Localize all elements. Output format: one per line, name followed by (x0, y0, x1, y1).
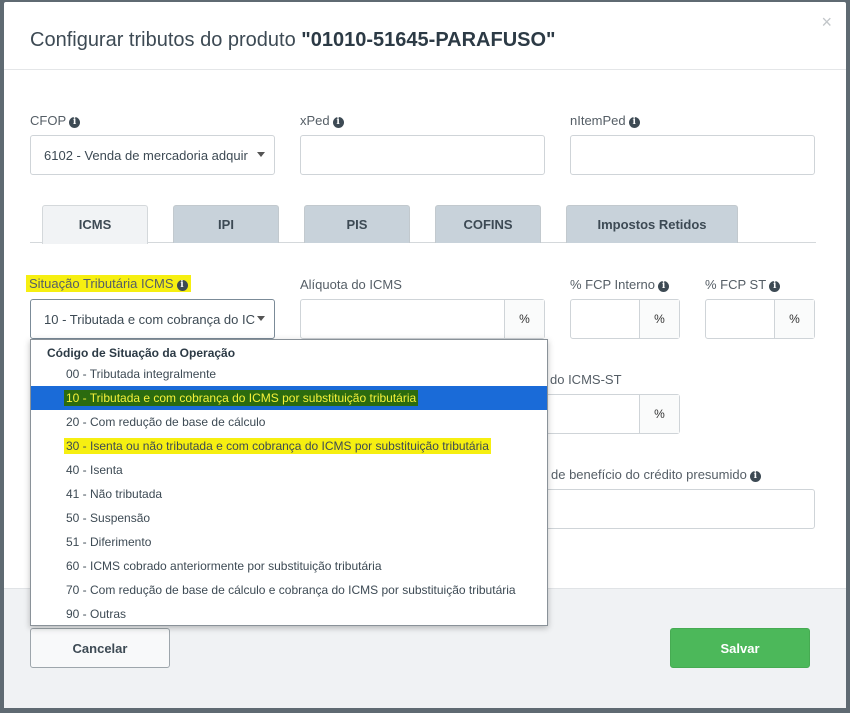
dropdown-option[interactable]: 41 - Não tributada (31, 482, 547, 506)
info-icon[interactable]: i (658, 281, 670, 292)
dropdown-option[interactable]: 50 - Suspensão (31, 506, 547, 530)
dropdown-option[interactable]: 90 - Outras (31, 602, 547, 626)
situacao-select-value: 10 - Tributada e com cobrança do ICMS (44, 312, 256, 327)
dropdown-option-text: 10 - Tributada e com cobrança do ICMS po… (64, 390, 419, 406)
situacao-dropdown: Código de Situação da Operação 00 - Trib… (30, 339, 548, 626)
dropdown-option[interactable]: 00 - Tributada integralmente (31, 362, 547, 386)
aliquota-label: Alíquota do ICMS (300, 277, 402, 292)
modal-title: Configurar tributos do produto "01010-51… (30, 29, 556, 52)
close-icon[interactable]: × (821, 12, 832, 33)
save-button[interactable]: Salvar (670, 628, 810, 668)
nitemped-label-text: nItemPed (570, 113, 626, 128)
info-icon[interactable]: i (769, 281, 781, 292)
tab-ipi[interactable]: IPI (173, 205, 279, 243)
dropdown-option[interactable]: 70 - Com redução de base de cálculo e co… (31, 578, 547, 602)
dropdown-option-text: 60 - ICMS cobrado anteriormente por subs… (66, 559, 382, 573)
situacao-label-highlight: Situação Tributária ICMS i (26, 275, 191, 292)
dropdown-option-text: 40 - Isenta (66, 463, 123, 477)
icms-st-label: do ICMS-ST (550, 372, 622, 387)
cfop-select[interactable]: 6102 - Venda de mercadoria adquir (30, 135, 275, 175)
dropdown-option-text: 41 - Não tributada (66, 487, 163, 501)
dropdown-group-header: Código de Situação da Operação (47, 346, 236, 360)
icms-st-input[interactable]: % (540, 394, 680, 434)
info-icon[interactable]: i (628, 117, 640, 128)
beneficio-label: de benefício do crédito presumido i (551, 467, 761, 482)
dropdown-option[interactable]: 51 - Diferimento (31, 530, 547, 554)
dropdown-option-highlighted[interactable]: 30 - Isenta ou não tributada e com cobra… (31, 434, 547, 458)
situacao-label-text: Situação Tributária ICMS (29, 276, 174, 291)
chevron-down-icon (257, 316, 265, 321)
nitemped-input[interactable] (570, 135, 815, 175)
xped-input[interactable] (300, 135, 545, 175)
tab-impostos-retidos[interactable]: Impostos Retidos (566, 205, 738, 243)
cfop-label-text: CFOP (30, 113, 67, 128)
dropdown-option[interactable]: 20 - Com redução de base de cálculo (31, 410, 547, 434)
dropdown-option-text: 90 - Outras (66, 607, 127, 621)
tab-cofins[interactable]: COFINS (435, 205, 541, 243)
xped-label-text: xPed (300, 113, 330, 128)
xped-label: xPed i (300, 113, 344, 128)
aliquota-input[interactable]: % (300, 299, 545, 339)
percent-addon: % (639, 300, 679, 338)
tab-pis[interactable]: PIS (304, 205, 410, 243)
percent-addon: % (639, 395, 679, 433)
dropdown-option-text: 51 - Diferimento (66, 535, 152, 549)
info-icon[interactable]: i (69, 117, 81, 128)
modal-title-prefix: Configurar tributos do produto (30, 29, 296, 51)
dropdown-option[interactable]: 60 - ICMS cobrado anteriormente por subs… (31, 554, 547, 578)
chevron-down-icon (257, 152, 265, 157)
percent-addon: % (504, 300, 544, 338)
dropdown-option-text: 70 - Com redução de base de cálculo e co… (66, 583, 516, 597)
dropdown-option[interactable]: 40 - Isenta (31, 458, 547, 482)
cfop-select-value: 6102 - Venda de mercadoria adquir (44, 148, 248, 163)
beneficio-input[interactable] (540, 489, 815, 529)
beneficio-label-text: de benefício do crédito presumido (551, 467, 747, 482)
dropdown-option-text: 50 - Suspensão (66, 511, 151, 525)
dropdown-option-selected[interactable]: 10 - Tributada e com cobrança do ICMS po… (31, 386, 547, 410)
cancel-button[interactable]: Cancelar (30, 628, 170, 668)
info-icon[interactable]: i (749, 471, 761, 482)
nitemped-label: nItemPed i (570, 113, 640, 128)
dropdown-option-text: 00 - Tributada integralmente (66, 367, 217, 381)
fcp-st-label-text: % FCP ST (705, 277, 767, 292)
modal-header: Configurar tributos do produto "01010-51… (4, 2, 846, 70)
percent-addon: % (774, 300, 814, 338)
cfop-label: CFOP i (30, 113, 81, 128)
fcp-st-input[interactable]: % (705, 299, 815, 339)
tab-icms[interactable]: ICMS (42, 205, 148, 244)
fcp-st-label: % FCP ST i (705, 277, 781, 292)
info-icon[interactable]: i (176, 280, 188, 291)
dropdown-option-text: 30 - Isenta ou não tributada e com cobra… (64, 438, 491, 454)
fcp-interno-label: % FCP Interno i (570, 277, 670, 292)
fcp-interno-label-text: % FCP Interno (570, 277, 656, 292)
situacao-select[interactable]: 10 - Tributada e com cobrança do ICMS (30, 299, 275, 339)
fcp-interno-input[interactable]: % (570, 299, 680, 339)
dropdown-option-text: 20 - Com redução de base de cálculo (66, 415, 266, 429)
situacao-label: Situação Tributária ICMS i (26, 275, 191, 292)
info-icon[interactable]: i (332, 117, 344, 128)
modal-title-product: "01010-51645-PARAFUSO" (301, 29, 556, 51)
